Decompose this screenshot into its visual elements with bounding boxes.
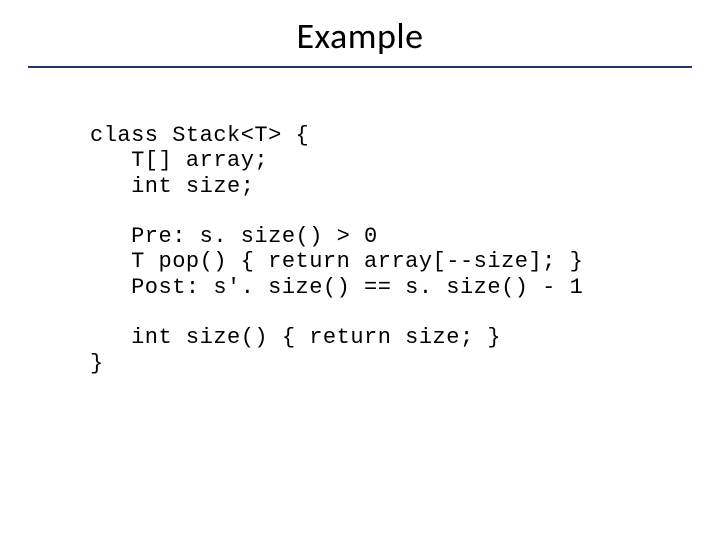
slide: Example class Stack<T> { T[] array; int … [0, 0, 720, 540]
code-line: T[] array; [90, 148, 268, 173]
code-line: } [90, 351, 104, 376]
title-underline [28, 66, 692, 68]
code-line: int size; [90, 174, 254, 199]
code-line: int size() { return size; } [90, 325, 501, 350]
code-line: Pre: s. size() > 0 [90, 224, 378, 249]
code-line: T pop() { return array[--size]; } [90, 249, 583, 274]
slide-title: Example [0, 0, 720, 66]
code-block: class Stack<T> { T[] array; int size; Pr… [90, 123, 720, 376]
code-line: class Stack<T> { [90, 123, 309, 148]
code-line: Post: s'. size() == s. size() - 1 [90, 275, 583, 300]
